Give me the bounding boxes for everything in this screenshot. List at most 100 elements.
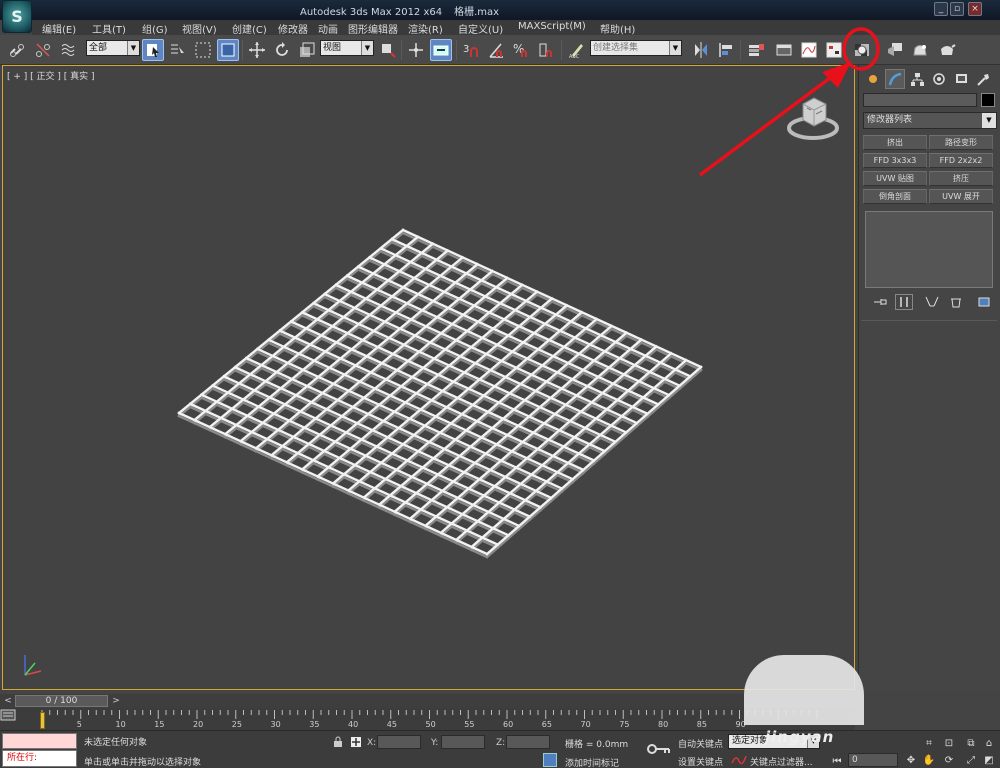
time-slider-thumb[interactable]: 0 / 100 bbox=[15, 695, 108, 707]
zoom-region-icon[interactable]: ✥ bbox=[904, 753, 918, 767]
move-icon[interactable] bbox=[246, 39, 268, 61]
edit-named-selection-icon[interactable]: ABC bbox=[566, 39, 588, 61]
minimize-button[interactable]: _ bbox=[934, 2, 948, 16]
unlink-icon[interactable] bbox=[32, 39, 54, 61]
z-coordinate-input[interactable] bbox=[506, 735, 550, 749]
field-of-view-icon[interactable]: ◩ bbox=[982, 753, 996, 767]
viewcube-icon[interactable] bbox=[786, 94, 844, 142]
motion-tab-icon[interactable] bbox=[929, 69, 949, 89]
object-name-field[interactable] bbox=[863, 93, 977, 107]
modifier-ffd333-button[interactable]: FFD 3x3x3 bbox=[863, 153, 927, 168]
rectangle-selection-icon[interactable] bbox=[192, 39, 214, 61]
app-logo-button[interactable]: S bbox=[2, 0, 32, 33]
next-frame-button[interactable]: > bbox=[110, 695, 122, 707]
go-to-start-icon[interactable]: ⏮ bbox=[830, 754, 844, 768]
pan-view-icon[interactable]: ✋ bbox=[922, 753, 936, 767]
material-editor-icon[interactable] bbox=[851, 39, 873, 61]
mirror-icon[interactable] bbox=[690, 39, 712, 61]
menu-edit[interactable]: 编辑(E) bbox=[42, 21, 76, 36]
time-slider[interactable]: < 0 / 100 > bbox=[0, 694, 855, 708]
add-time-tag-button[interactable]: 添加时间标记 bbox=[565, 756, 619, 768]
modifier-unwrap-uvw-button[interactable]: UVW 展开 bbox=[929, 189, 993, 204]
y-coordinate-input[interactable] bbox=[441, 735, 485, 749]
menu-views[interactable]: 视图(V) bbox=[182, 21, 217, 36]
render-setup-button[interactable] bbox=[884, 39, 906, 61]
named-selection-dropdown[interactable]: 创建选择集 ▼ bbox=[590, 40, 682, 56]
modifier-squeeze-button[interactable]: 挤压 bbox=[929, 171, 993, 186]
graphite-ribbon-icon[interactable] bbox=[773, 39, 795, 61]
scale-icon[interactable] bbox=[296, 39, 318, 61]
align-icon[interactable] bbox=[715, 39, 737, 61]
link-icon[interactable] bbox=[6, 39, 28, 61]
menu-create[interactable]: 创建(C) bbox=[232, 21, 267, 36]
utilities-tab-icon[interactable] bbox=[973, 69, 993, 89]
keyboard-shortcut-override-icon[interactable] bbox=[430, 39, 452, 61]
make-unique-icon[interactable] bbox=[923, 294, 941, 310]
current-frame-input[interactable]: 0 bbox=[848, 753, 898, 767]
create-tab-icon[interactable] bbox=[863, 69, 883, 89]
menu-customize[interactable]: 自定义(U) bbox=[458, 21, 503, 36]
maxscript-line-label[interactable]: 所在行: bbox=[2, 750, 77, 767]
zoom-extents-all-icon[interactable]: ⊡ bbox=[942, 736, 956, 750]
menu-group[interactable]: 组(G) bbox=[142, 21, 168, 36]
select-manipulate-icon[interactable] bbox=[405, 39, 427, 61]
select-object-icon[interactable] bbox=[142, 39, 164, 61]
bind-spacewarp-icon[interactable] bbox=[58, 39, 80, 61]
time-tag-icon[interactable] bbox=[543, 753, 557, 767]
modify-tab-icon[interactable] bbox=[885, 69, 905, 89]
x-coordinate-input[interactable] bbox=[377, 735, 421, 749]
rendered-frame-window-icon[interactable] bbox=[909, 39, 931, 61]
modifier-list-dropdown[interactable]: 修改器列表 ▼ bbox=[863, 112, 997, 129]
menu-modifiers[interactable]: 修改器 bbox=[278, 21, 308, 36]
reference-coordinate-dropdown[interactable]: 视图 ▼ bbox=[320, 40, 374, 56]
key-filters-button[interactable]: 关键点过滤器... bbox=[750, 755, 813, 768]
pin-stack-icon[interactable] bbox=[871, 294, 889, 310]
menu-tools[interactable]: 工具(T) bbox=[92, 21, 126, 36]
orbit-icon[interactable]: ⟳ bbox=[942, 753, 956, 767]
window-crossing-icon[interactable] bbox=[217, 39, 239, 61]
percent-snap-icon[interactable]: % bbox=[510, 39, 532, 61]
menu-rendering[interactable]: 渲染(R) bbox=[408, 21, 443, 36]
display-tab-icon[interactable] bbox=[951, 69, 971, 89]
menu-animation[interactable]: 动画 bbox=[318, 21, 338, 36]
walk-through-icon[interactable]: ⌂ bbox=[982, 736, 996, 750]
grid-mesh-object[interactable] bbox=[3, 66, 856, 691]
set-key-icon[interactable] bbox=[646, 739, 672, 759]
render-production-icon[interactable] bbox=[936, 39, 958, 61]
select-by-name-icon[interactable] bbox=[166, 39, 188, 61]
maxscript-listener-input[interactable] bbox=[2, 733, 77, 749]
modifier-bevel-profile-button[interactable]: 倒角剖面 bbox=[863, 189, 927, 204]
lock-icon[interactable] bbox=[332, 736, 344, 748]
pivot-center-icon[interactable] bbox=[377, 39, 399, 61]
zoom-all-icon[interactable]: ⧉ bbox=[964, 736, 978, 750]
menu-help[interactable]: 帮助(H) bbox=[600, 21, 635, 36]
configure-modifier-sets-icon[interactable] bbox=[975, 294, 993, 310]
remove-modifier-icon[interactable] bbox=[947, 294, 965, 310]
zoom-extents-icon[interactable]: ⌗ bbox=[922, 736, 936, 750]
menu-maxscript[interactable]: MAXScript(M) bbox=[518, 21, 586, 32]
hierarchy-tab-icon[interactable] bbox=[907, 69, 927, 89]
modifier-uvw-map-button[interactable]: UVW 贴图 bbox=[863, 171, 927, 186]
modifier-extrude-button[interactable]: 挤出 bbox=[863, 135, 927, 150]
curve-editor-icon[interactable] bbox=[798, 39, 820, 61]
spinner-snap-icon[interactable] bbox=[535, 39, 557, 61]
modifier-path-deform-button[interactable]: 路径变形 bbox=[929, 135, 993, 150]
rotate-icon[interactable] bbox=[271, 39, 293, 61]
track-bar[interactable]: 5 10 15 20 25 30 35 40 45 50 55 60 65 70 75 80 85 90 bbox=[0, 708, 855, 730]
schematic-view-icon[interactable] bbox=[823, 39, 845, 61]
angle-snap-icon[interactable] bbox=[485, 39, 507, 61]
object-color-swatch[interactable] bbox=[981, 93, 995, 107]
mini-curve-editor-icon[interactable] bbox=[0, 708, 16, 722]
menu-graph-editors[interactable]: 图形编辑器 bbox=[348, 21, 398, 36]
show-end-result-icon[interactable] bbox=[895, 294, 913, 310]
modifier-stack-list[interactable] bbox=[865, 211, 993, 288]
layer-manager-icon[interactable] bbox=[745, 39, 767, 61]
auto-key-button[interactable]: 自动关键点 bbox=[678, 737, 723, 750]
maximize-viewport-icon[interactable]: ⤢ bbox=[964, 753, 978, 767]
maximize-button[interactable]: ▫ bbox=[950, 2, 964, 16]
modifier-ffd222-button[interactable]: FFD 2x2x2 bbox=[929, 153, 993, 168]
perspective-viewport[interactable]: [ + ] [ 正交 ] [ 真实 ] bbox=[2, 65, 855, 690]
close-button[interactable]: × bbox=[968, 2, 982, 16]
set-key-button[interactable]: 设置关键点 bbox=[678, 755, 723, 768]
key-filter-curve-icon[interactable] bbox=[731, 753, 747, 766]
